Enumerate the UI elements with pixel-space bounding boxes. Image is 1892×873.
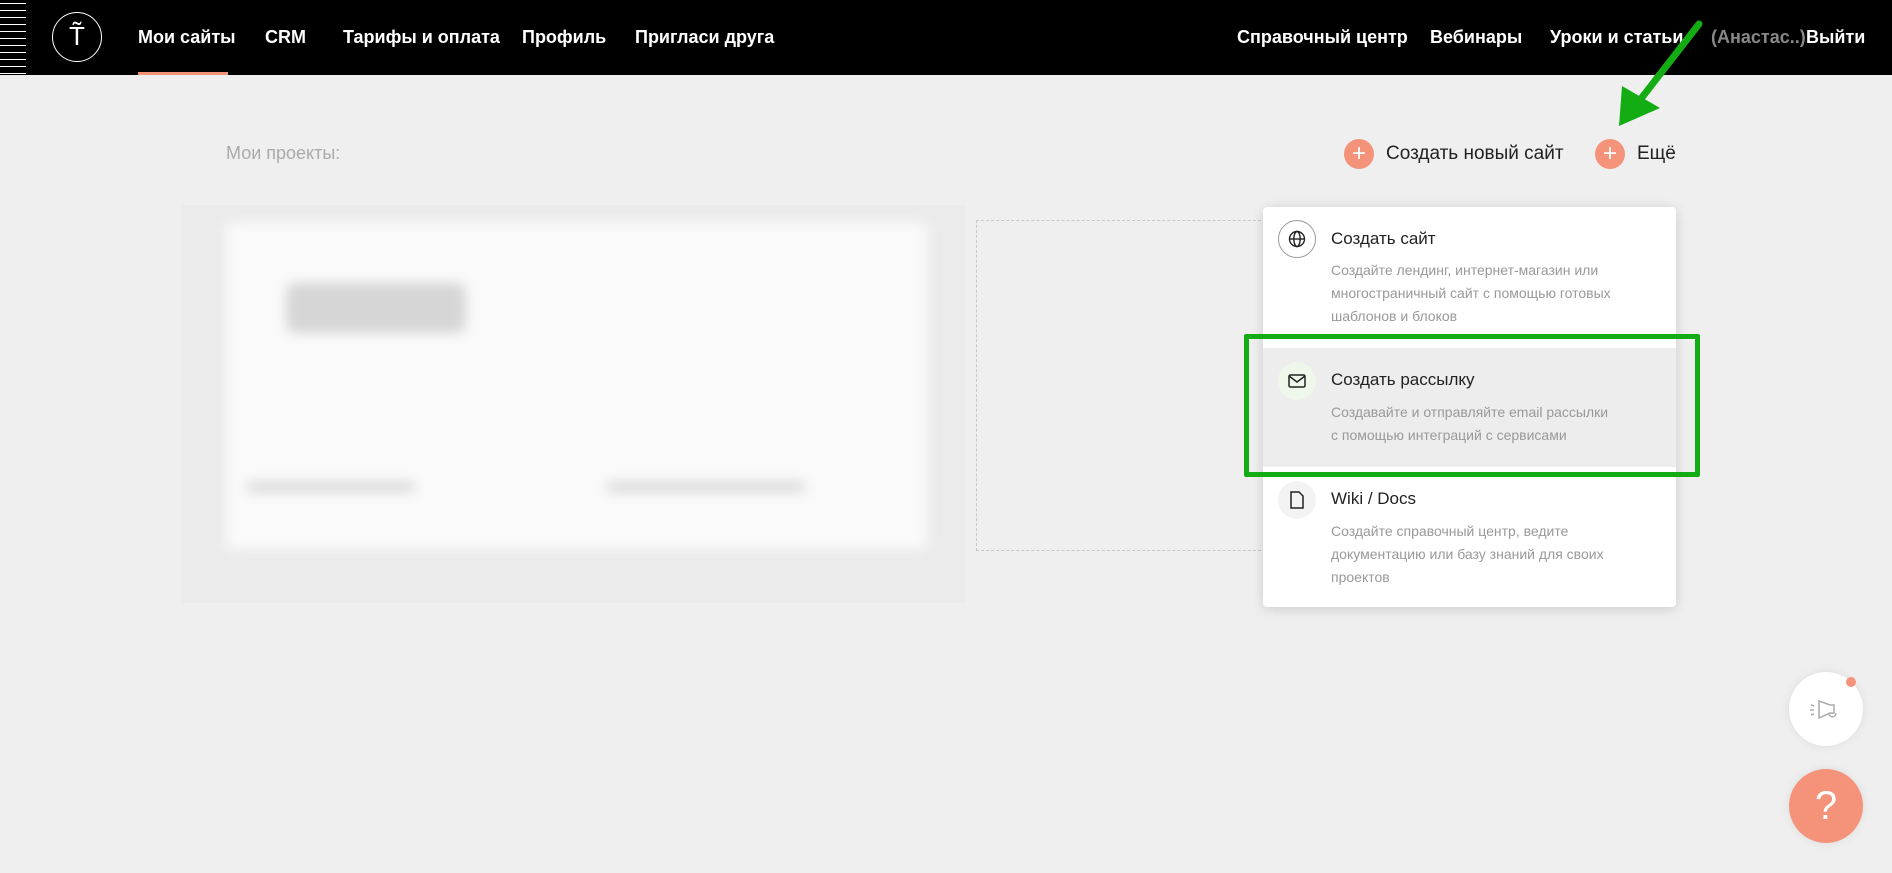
zebra-pattern (0, 0, 26, 75)
active-tab-indicator (138, 72, 228, 75)
nav-profile[interactable]: Профиль (522, 27, 606, 48)
more-label: Ещё (1637, 143, 1676, 164)
nav-invite-friend[interactable]: Пригласи друга (635, 27, 774, 48)
document-icon (1278, 481, 1316, 519)
create-site-button[interactable]: + Создать новый сайт (1344, 139, 1564, 169)
top-navbar: T̃ Мои сайты CRM Тарифы и оплата Профиль… (0, 0, 1892, 75)
menu-item-description: Создайте лендинг, интернет-магазин или м… (1331, 259, 1651, 328)
create-site-label: Создать новый сайт (1386, 143, 1564, 164)
logout-link[interactable]: Выйти (1806, 27, 1865, 48)
nav-tariffs[interactable]: Тарифы и оплата (343, 27, 500, 48)
highlight-annotation-box (1244, 334, 1700, 477)
globe-icon (1278, 220, 1316, 258)
megaphone-icon (1810, 677, 1856, 720)
menu-item-create-site[interactable]: Создать сайт Создайте лендинг, интернет-… (1263, 207, 1676, 348)
more-button[interactable]: + Ещё (1595, 139, 1676, 169)
desc-line: Создайте лендинг, интернет-магазин или (1331, 262, 1599, 278)
menu-item-title: Wiki / Docs (1331, 489, 1416, 508)
help-button[interactable]: ? (1789, 769, 1863, 843)
menu-item-wiki-docs[interactable]: Wiki / Docs Создайте справочный центр, в… (1263, 467, 1676, 607)
desc-line: проектов (1331, 569, 1390, 585)
announcements-button[interactable] (1789, 672, 1863, 746)
blurred-link (606, 481, 806, 493)
user-name: (Анастас..) (1711, 27, 1806, 47)
nav-crm[interactable]: CRM (265, 27, 306, 48)
new-project-placeholder[interactable] (976, 220, 1276, 551)
plus-icon: + (1344, 139, 1374, 169)
desc-line: документацию или базу знаний для своих (1331, 546, 1604, 562)
desc-line: многостраничный сайт с помощью готовых (1331, 285, 1611, 301)
nav-webinars[interactable]: Вебинары (1430, 27, 1522, 48)
menu-item-title: Создать сайт (1331, 229, 1436, 248)
project-card-blurred[interactable] (226, 223, 927, 549)
plus-icon: + (1595, 139, 1625, 169)
projects-label: Мои проекты: (226, 143, 341, 163)
tilda-logo[interactable]: T̃ (52, 12, 102, 62)
desc-line: шаблонов и блоков (1331, 308, 1458, 324)
desc-line: Создайте справочный центр, ведите (1331, 523, 1569, 539)
nav-lessons[interactable]: Уроки и статьи (1550, 27, 1683, 48)
menu-item-description: Создайте справочный центр, ведите докуме… (1331, 520, 1651, 589)
nav-help-center[interactable]: Справочный центр (1237, 27, 1408, 48)
blurred-link (246, 481, 416, 493)
nav-my-sites[interactable]: Мои сайты (138, 27, 236, 48)
blurred-title (286, 283, 466, 333)
